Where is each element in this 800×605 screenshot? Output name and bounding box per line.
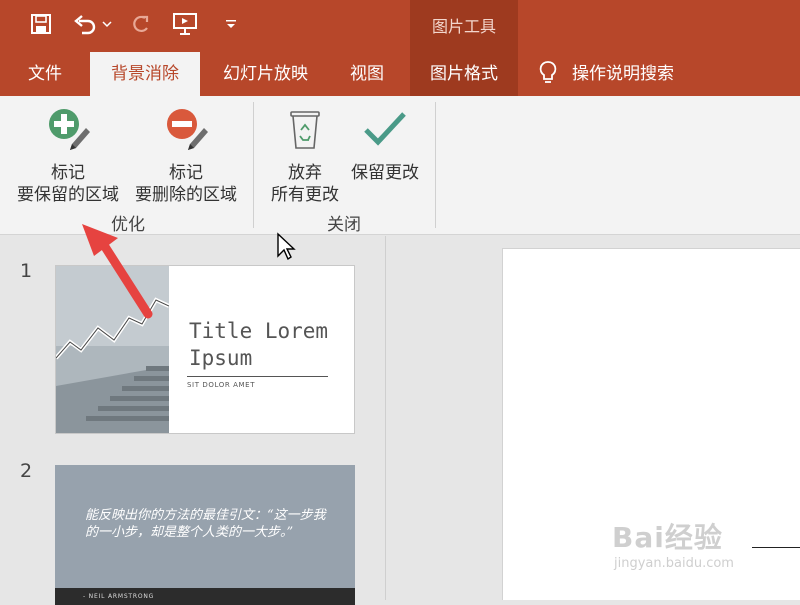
discard-icon bbox=[262, 106, 348, 158]
mark-remove-icon bbox=[126, 106, 246, 158]
slide-number: 1 bbox=[20, 260, 33, 282]
title-underline bbox=[187, 376, 328, 377]
group-label-close: 关闭 bbox=[327, 215, 361, 235]
discard-changes-button[interactable]: 放弃 所有更改 bbox=[262, 106, 348, 206]
annotation-arrow bbox=[74, 214, 164, 328]
group-separator-end bbox=[435, 102, 436, 228]
slide-thumbnail-2[interactable]: 能反映出你的方法的最佳引文：“这一步我的一小步，却是整个人类的一大步。” - N… bbox=[55, 465, 355, 605]
slide-number: 2 bbox=[20, 460, 33, 482]
mark-keep-label-2: 要保留的区域 bbox=[17, 185, 119, 205]
mark-remove-button[interactable]: 标记 要删除的区域 bbox=[126, 106, 246, 206]
watermark-logo: Bai经验 bbox=[612, 521, 723, 554]
undo-icon[interactable] bbox=[72, 11, 98, 37]
tab-file[interactable]: 文件 bbox=[10, 52, 80, 96]
keep-changes-button[interactable]: 保留更改 bbox=[346, 106, 424, 184]
save-icon[interactable] bbox=[28, 11, 54, 37]
undo-dropdown-icon[interactable] bbox=[100, 11, 114, 37]
slide-quote: 能反映出你的方法的最佳引文：“这一步我的一小步，却是整个人类的一大步。” bbox=[85, 508, 326, 540]
tab-background-removal[interactable]: 背景消除 bbox=[90, 52, 200, 96]
tab-slideshow[interactable]: 幻灯片放映 bbox=[208, 52, 323, 96]
slide-title: Title Lorem Ipsum bbox=[189, 318, 349, 372]
discard-label-2: 所有更改 bbox=[271, 185, 339, 205]
tab-picture-format[interactable]: 图片格式 bbox=[410, 52, 518, 96]
watermark-url: jingyan.baidu.com bbox=[614, 556, 734, 571]
slide-quote-author: - NEIL ARMSTRONG bbox=[83, 593, 155, 600]
customize-qat-icon[interactable] bbox=[218, 11, 244, 37]
keep-changes-label: 保留更改 bbox=[351, 163, 419, 183]
keep-changes-icon bbox=[346, 106, 424, 158]
mark-remove-label-1: 标记 bbox=[169, 163, 203, 183]
slide-title-line-1: Title Lorem bbox=[189, 319, 329, 343]
mark-keep-label-1: 标记 bbox=[51, 163, 85, 183]
mark-remove-label-2: 要删除的区域 bbox=[135, 185, 237, 205]
mouse-cursor-icon bbox=[276, 232, 296, 266]
redo-icon[interactable] bbox=[128, 11, 154, 37]
slide-subtitle: SIT DOLOR AMET bbox=[187, 381, 256, 389]
present-from-start-icon[interactable] bbox=[172, 11, 198, 37]
mark-keep-icon bbox=[8, 106, 128, 158]
context-tab-label: 图片工具 bbox=[431, 17, 496, 36]
group-separator bbox=[253, 102, 254, 228]
discard-label-1: 放弃 bbox=[288, 163, 322, 183]
watermark: Bai经验 jingyan.baidu.com bbox=[612, 516, 792, 571]
tab-view[interactable]: 视图 bbox=[332, 52, 402, 96]
title-bar bbox=[0, 0, 800, 50]
mark-keep-button[interactable]: 标记 要保留的区域 bbox=[8, 106, 128, 206]
slide-title-line-2: Ipsum bbox=[189, 346, 253, 370]
tell-me-search[interactable]: 操作说明搜索 bbox=[572, 52, 702, 96]
lightbulb-icon bbox=[538, 60, 558, 90]
